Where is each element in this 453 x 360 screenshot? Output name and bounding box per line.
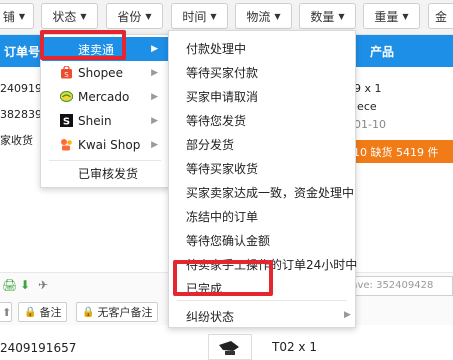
mercado-handshake-icon xyxy=(60,91,73,102)
status-awaiting-shipment[interactable]: 等待您发货 xyxy=(186,112,246,129)
customer-note-button[interactable]: 🔒 无客户备注 xyxy=(76,302,159,322)
stock-shortage-text: -10 缺货 5419 件 xyxy=(349,145,439,159)
filter-quantity-label: 数量 xyxy=(310,9,335,24)
product-qty-text-2: T02 x 1 xyxy=(272,340,317,354)
chevron-right-icon: ▶ xyxy=(151,92,158,102)
chevron-right-icon: ▶ xyxy=(151,44,158,54)
stock-shortage-badge: -10 缺货 5419 件 xyxy=(345,140,453,163)
menu-item-reviewed-shipped[interactable]: 已审核发货 xyxy=(42,161,168,185)
kwai-shop-icon xyxy=(61,139,72,151)
chevron-down-icon: ▼ xyxy=(80,11,87,21)
note-button[interactable]: 🔒 备注 xyxy=(18,302,68,322)
status-label: 部分发货 xyxy=(186,138,235,152)
status-awaiting-buyer-payment[interactable]: 等待买家付款 xyxy=(186,64,258,81)
status-label: 冻结中的订单 xyxy=(186,210,259,224)
shopee-bag-icon: S xyxy=(61,66,72,79)
status-label: 等待买家付款 xyxy=(186,66,259,80)
order-number-3[interactable]: 240919165​7 xyxy=(0,341,76,355)
chevron-down-icon: ▼ xyxy=(274,11,281,21)
buyer-status-text: 家收货 xyxy=(0,134,33,147)
upload-button[interactable]: ⬆ xyxy=(0,302,12,322)
column-product: 产品 xyxy=(370,45,395,59)
customer-note-label: 无客户备注 xyxy=(97,306,153,319)
upload-icon: ⬆ xyxy=(2,305,12,319)
menu-item-label: Kwai Shop xyxy=(78,138,141,152)
filter-logistics-label: 物流 xyxy=(246,9,271,24)
order-number-2[interactable]: 382839 xyxy=(0,108,42,121)
printer-icon[interactable]: 🖨 xyxy=(2,278,17,292)
menu-divider xyxy=(177,300,347,301)
filter-logistics-button[interactable]: 物流 ▼ xyxy=(235,3,292,29)
highlight-box-aliexpress xyxy=(40,30,126,60)
download-icon[interactable]: ⬇ xyxy=(20,278,30,292)
airplane-icon[interactable]: ✈ xyxy=(38,278,48,292)
column-order-number: 订单号 xyxy=(4,45,41,59)
filter-time-label: 时间 xyxy=(182,9,207,24)
filter-weight-label: 重量 xyxy=(374,9,399,24)
menu-item-label: Shein xyxy=(78,114,112,128)
lock-icon: 🔒 xyxy=(24,306,37,318)
filter-quantity-button[interactable]: 数量 ▼ xyxy=(299,3,356,29)
menu-item-shein[interactable]: S Shein ▶ xyxy=(42,109,168,133)
menu-item-shopee[interactable]: S Shopee ▶ xyxy=(42,61,168,85)
status-label: 等待您发货 xyxy=(186,114,247,128)
lock-icon: 🔒 xyxy=(82,306,95,318)
status-agreement-funds-processing[interactable]: 买家卖家达成一致，资金处理中 xyxy=(186,184,354,201)
chevron-down-icon: ▼ xyxy=(210,11,217,21)
filter-province-button[interactable]: 省份 ▼ xyxy=(106,3,163,29)
note-button-label: 备注 xyxy=(39,306,62,319)
status-awaiting-amount-confirm[interactable]: 等待您确认金额 xyxy=(186,232,270,249)
status-label: 纠纷状态 xyxy=(186,310,235,324)
filter-time-button[interactable]: 时间 ▼ xyxy=(171,3,228,29)
chevron-down-icon: ▼ xyxy=(18,11,26,21)
status-label: 买家申请取消 xyxy=(186,90,259,104)
chevron-down-icon: ▼ xyxy=(402,11,409,21)
status-label: 等待您确认金额 xyxy=(186,234,271,248)
status-payment-processing[interactable]: 付款处理中 xyxy=(186,40,246,57)
filter-status-label: 状态 xyxy=(52,9,77,24)
chevron-right-icon: ▶ xyxy=(151,140,158,150)
status-label: 买家卖家达成一致，资金处理中 xyxy=(186,186,355,200)
status-buyer-cancel-request[interactable]: 买家申请取消 xyxy=(186,88,258,105)
product-image-icon xyxy=(219,341,239,355)
filter-amount-label: 金 xyxy=(435,9,448,24)
chevron-right-icon: ▶ xyxy=(151,116,158,126)
chevron-down-icon: ▼ xyxy=(145,11,152,21)
status-label: 付款处理中 xyxy=(186,42,247,56)
filter-weight-button[interactable]: 重量 ▼ xyxy=(363,3,420,29)
menu-item-mercado[interactable]: Mercado ▶ xyxy=(42,85,168,109)
status-label: 等待买家收货 xyxy=(186,162,259,176)
status-partially-shipped[interactable]: 部分发货 xyxy=(186,136,234,153)
order-search-input[interactable]: have: 352409428 xyxy=(340,276,453,296)
menu-item-kwai-shop[interactable]: Kwai Shop ▶ xyxy=(42,133,168,157)
status-frozen-orders[interactable]: 冻结中的订单 xyxy=(186,208,258,225)
filter-amount-button[interactable]: 金 xyxy=(428,3,453,29)
filter-status-button[interactable]: 状态 ▼ xyxy=(41,3,98,29)
menu-item-label: Mercado xyxy=(78,90,130,104)
chevron-down-icon: ▼ xyxy=(338,11,345,21)
highlight-box-completed xyxy=(173,260,273,296)
filter-province-label: 省份 xyxy=(117,9,142,24)
product-qty-text: 9 x 1 xyxy=(354,82,382,95)
product-unit-text: iece xyxy=(354,100,377,113)
menu-item-label: 已审核发货 xyxy=(78,166,139,181)
menu-item-label: Shopee xyxy=(78,66,123,80)
chevron-right-icon: ▶ xyxy=(344,310,351,320)
shein-s-icon: S xyxy=(60,114,73,127)
svg-text:S: S xyxy=(64,71,69,79)
filter-shop-label: 铺 xyxy=(2,9,15,24)
order-search-value: have: 352409428 xyxy=(345,280,434,291)
filter-shop-button[interactable]: 铺 ▼ xyxy=(0,3,34,29)
product-date-text: 01-10 xyxy=(354,118,386,131)
status-dispute[interactable]: 纠纷状态 ▶ xyxy=(186,308,351,325)
status-awaiting-receipt[interactable]: 等待买家收货 xyxy=(186,160,258,177)
chevron-right-icon: ▶ xyxy=(151,68,158,78)
svg-text:S: S xyxy=(63,117,70,128)
product-thumbnail[interactable] xyxy=(208,334,252,360)
